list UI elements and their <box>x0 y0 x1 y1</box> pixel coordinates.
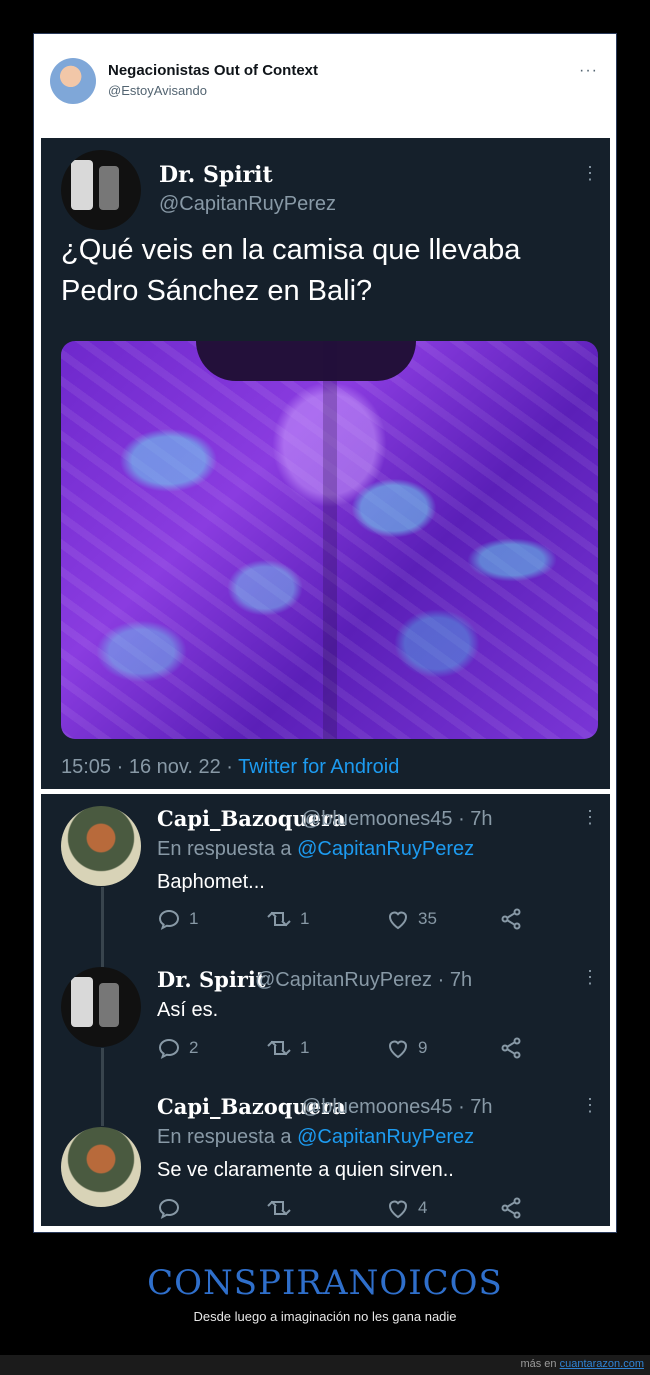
thread-line <box>101 887 104 967</box>
site-link[interactable]: cuantarazon.com <box>560 1358 644 1370</box>
quoted-tweet-card: Dr. Spirit @CapitanRuyPerez ⋮ ¿Qué veis … <box>41 138 610 789</box>
footer-prefix: más en <box>520 1358 560 1370</box>
reply-1-retweet-count: 1 <box>300 909 310 928</box>
screenshot-frame: Negacionistas Out of Context @EstoyAvisa… <box>33 33 617 1233</box>
tweet-source-link[interactable]: Twitter for Android <box>238 756 399 778</box>
tweet-meta: 15:05 · 16 nov. 22 · Twitter for Android <box>61 756 399 779</box>
main-tweet-text: ¿Qué veis en la camisa que llevaba Pedro… <box>61 234 521 307</box>
reply-1-text: Baphomet... <box>157 871 265 893</box>
dr-spirit-avatar[interactable] <box>61 967 141 1047</box>
reply-1-like-button[interactable]: 35 <box>386 907 437 931</box>
reply-2-reply-button[interactable]: 2 <box>157 1036 198 1060</box>
tweet-time: 15:05 · 16 nov. 22 · <box>61 756 239 778</box>
reply-3-reply-button[interactable] <box>157 1196 189 1220</box>
reply-1-handle-meta[interactable]: @bluemoones45 · 7h <box>301 808 493 831</box>
reply-1-reply-button[interactable]: 1 <box>157 907 198 931</box>
thread-line <box>101 1048 104 1126</box>
reply-3-handle-meta[interactable]: @bluemoones45 · 7h <box>301 1096 493 1119</box>
share-icon <box>501 908 521 930</box>
shirt-photo[interactable] <box>61 341 598 739</box>
main-author-handle[interactable]: @CapitanRuyPerez <box>159 193 336 216</box>
reply-2-like-count: 9 <box>418 1038 428 1057</box>
reply-1-share-button[interactable] <box>499 907 523 931</box>
shirt-placket <box>323 341 337 739</box>
outer-author-handle[interactable]: @EstoyAvisando <box>108 83 207 98</box>
reply-icon <box>158 909 180 931</box>
more-options-icon[interactable]: ⋮ <box>581 164 599 182</box>
reply-2-retweet-button[interactable]: 1 <box>266 1036 309 1060</box>
caption-subtitle: Desde luego a imaginación no les gana na… <box>193 1309 457 1324</box>
reply-3-prefix: En respuesta a <box>157 1126 298 1148</box>
more-options-icon[interactable]: ⋮ <box>581 1096 599 1114</box>
reply-2-handle-meta[interactable]: @CapitanRuyPerez · 7h <box>255 969 472 992</box>
reply-2-author-name[interactable]: Dr. Spirit <box>157 967 266 992</box>
reply-3-like-button[interactable]: 4 <box>386 1196 427 1220</box>
reply-2-reply-count: 2 <box>189 1038 199 1057</box>
reply-2-text: Así es. <box>157 999 219 1021</box>
reply-icon <box>158 1038 180 1060</box>
caption-title: CONSPIRANOICOS <box>147 1263 503 1303</box>
heart-icon <box>388 911 408 930</box>
heart-icon <box>388 1040 408 1059</box>
reply-1-retweet-button[interactable]: 1 <box>266 907 309 931</box>
shirt-collar <box>196 341 416 381</box>
more-options-icon[interactable]: ⋮ <box>581 808 599 826</box>
reply-1-prefix: En respuesta a <box>157 838 298 860</box>
heart-icon <box>388 1200 408 1219</box>
reply-3-like-count: 4 <box>418 1198 428 1217</box>
reply-3-reply-to-link[interactable]: @CapitanRuyPerez <box>297 1126 474 1148</box>
reply-3-text: Se ve claramente a quien sirven.. <box>157 1159 454 1181</box>
dr-spirit-avatar[interactable] <box>61 150 141 230</box>
reply-3-context: En respuesta a @CapitanRuyPerez <box>157 1126 474 1149</box>
outer-author-name[interactable]: Negacionistas Out of Context <box>108 62 318 79</box>
reply-icon <box>158 1198 180 1220</box>
share-icon <box>501 1197 521 1219</box>
footer-bar: más en cuantarazon.com <box>0 1355 650 1375</box>
reply-thread-card: Capi_Bazoquera @bluemoones45 · 7h ⋮ En r… <box>41 794 610 1226</box>
reply-2-retweet-count: 1 <box>300 1038 310 1057</box>
more-options-icon[interactable]: ··· <box>579 62 598 80</box>
reply-2-share-button[interactable] <box>499 1036 523 1060</box>
main-author-name[interactable]: Dr. Spirit <box>159 162 273 188</box>
reply-1-like-count: 35 <box>418 909 437 928</box>
capi-avatar[interactable] <box>61 1127 141 1207</box>
retweet-icon <box>267 1040 291 1056</box>
reply-3-share-button[interactable] <box>499 1196 523 1220</box>
footer-text: más en cuantarazon.com <box>520 1358 644 1370</box>
retweet-icon <box>267 1200 291 1216</box>
retweet-icon <box>267 911 291 927</box>
reply-2-like-button[interactable]: 9 <box>386 1036 427 1060</box>
outer-avatar[interactable] <box>50 58 96 104</box>
reply-1-reply-to-link[interactable]: @CapitanRuyPerez <box>297 838 474 860</box>
reply-1-reply-count: 1 <box>189 909 199 928</box>
more-options-icon[interactable]: ⋮ <box>581 968 599 986</box>
reply-3-retweet-button[interactable] <box>266 1196 300 1220</box>
outer-tweet-header: Negacionistas Out of Context @EstoyAvisa… <box>34 34 616 136</box>
share-icon <box>501 1037 521 1059</box>
reply-1-context: En respuesta a @CapitanRuyPerez <box>157 838 474 861</box>
capi-avatar[interactable] <box>61 806 141 886</box>
